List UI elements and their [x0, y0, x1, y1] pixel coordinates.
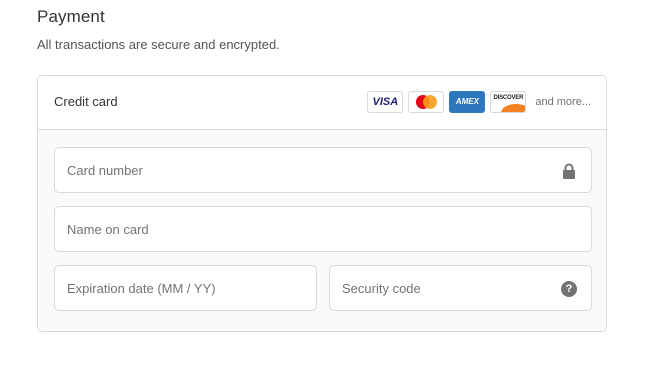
name-on-card-field[interactable]: Name on card	[54, 206, 592, 252]
discover-logo: DISCOVER	[490, 91, 527, 113]
discover-logo-text: DISCOVER	[493, 95, 524, 101]
discover-swoosh	[501, 104, 526, 112]
card-number-placeholder: Card number	[67, 163, 143, 178]
card-brands: VISA AMEX DISCOVER and more...	[362, 90, 591, 114]
section-subtitle: All transactions are secure and encrypte…	[37, 37, 280, 52]
security-code-field[interactable]: Security code ?	[329, 265, 592, 311]
amex-logo: AMEX	[449, 91, 486, 113]
more-brands-text: and more...	[535, 96, 591, 108]
help-icon[interactable]: ?	[561, 281, 577, 297]
visa-logo: VISA	[367, 91, 404, 113]
payment-card: Credit card VISA AMEX DISCOVER and more.…	[37, 75, 607, 332]
mastercard-logo	[408, 91, 445, 113]
payment-method-label: Credit card	[54, 94, 118, 109]
card-number-field[interactable]: Card number	[54, 147, 592, 193]
amex-logo-text: AMEX	[455, 97, 479, 106]
visa-logo-text: VISA	[372, 96, 399, 108]
mastercard-yellow-circle	[423, 95, 438, 109]
section-title: Payment	[37, 7, 105, 26]
expiration-date-placeholder: Expiration date (MM / YY)	[67, 281, 216, 296]
card-form: Card number Name on card Expiration date…	[38, 130, 606, 331]
name-on-card-placeholder: Name on card	[67, 222, 149, 237]
payment-method-header[interactable]: Credit card VISA AMEX DISCOVER and more.…	[38, 76, 606, 130]
security-code-placeholder: Security code	[342, 281, 421, 296]
expiration-date-field[interactable]: Expiration date (MM / YY)	[54, 265, 317, 311]
payment-page: Payment All transactions are secure and …	[0, 0, 660, 370]
lock-icon	[563, 163, 575, 179]
